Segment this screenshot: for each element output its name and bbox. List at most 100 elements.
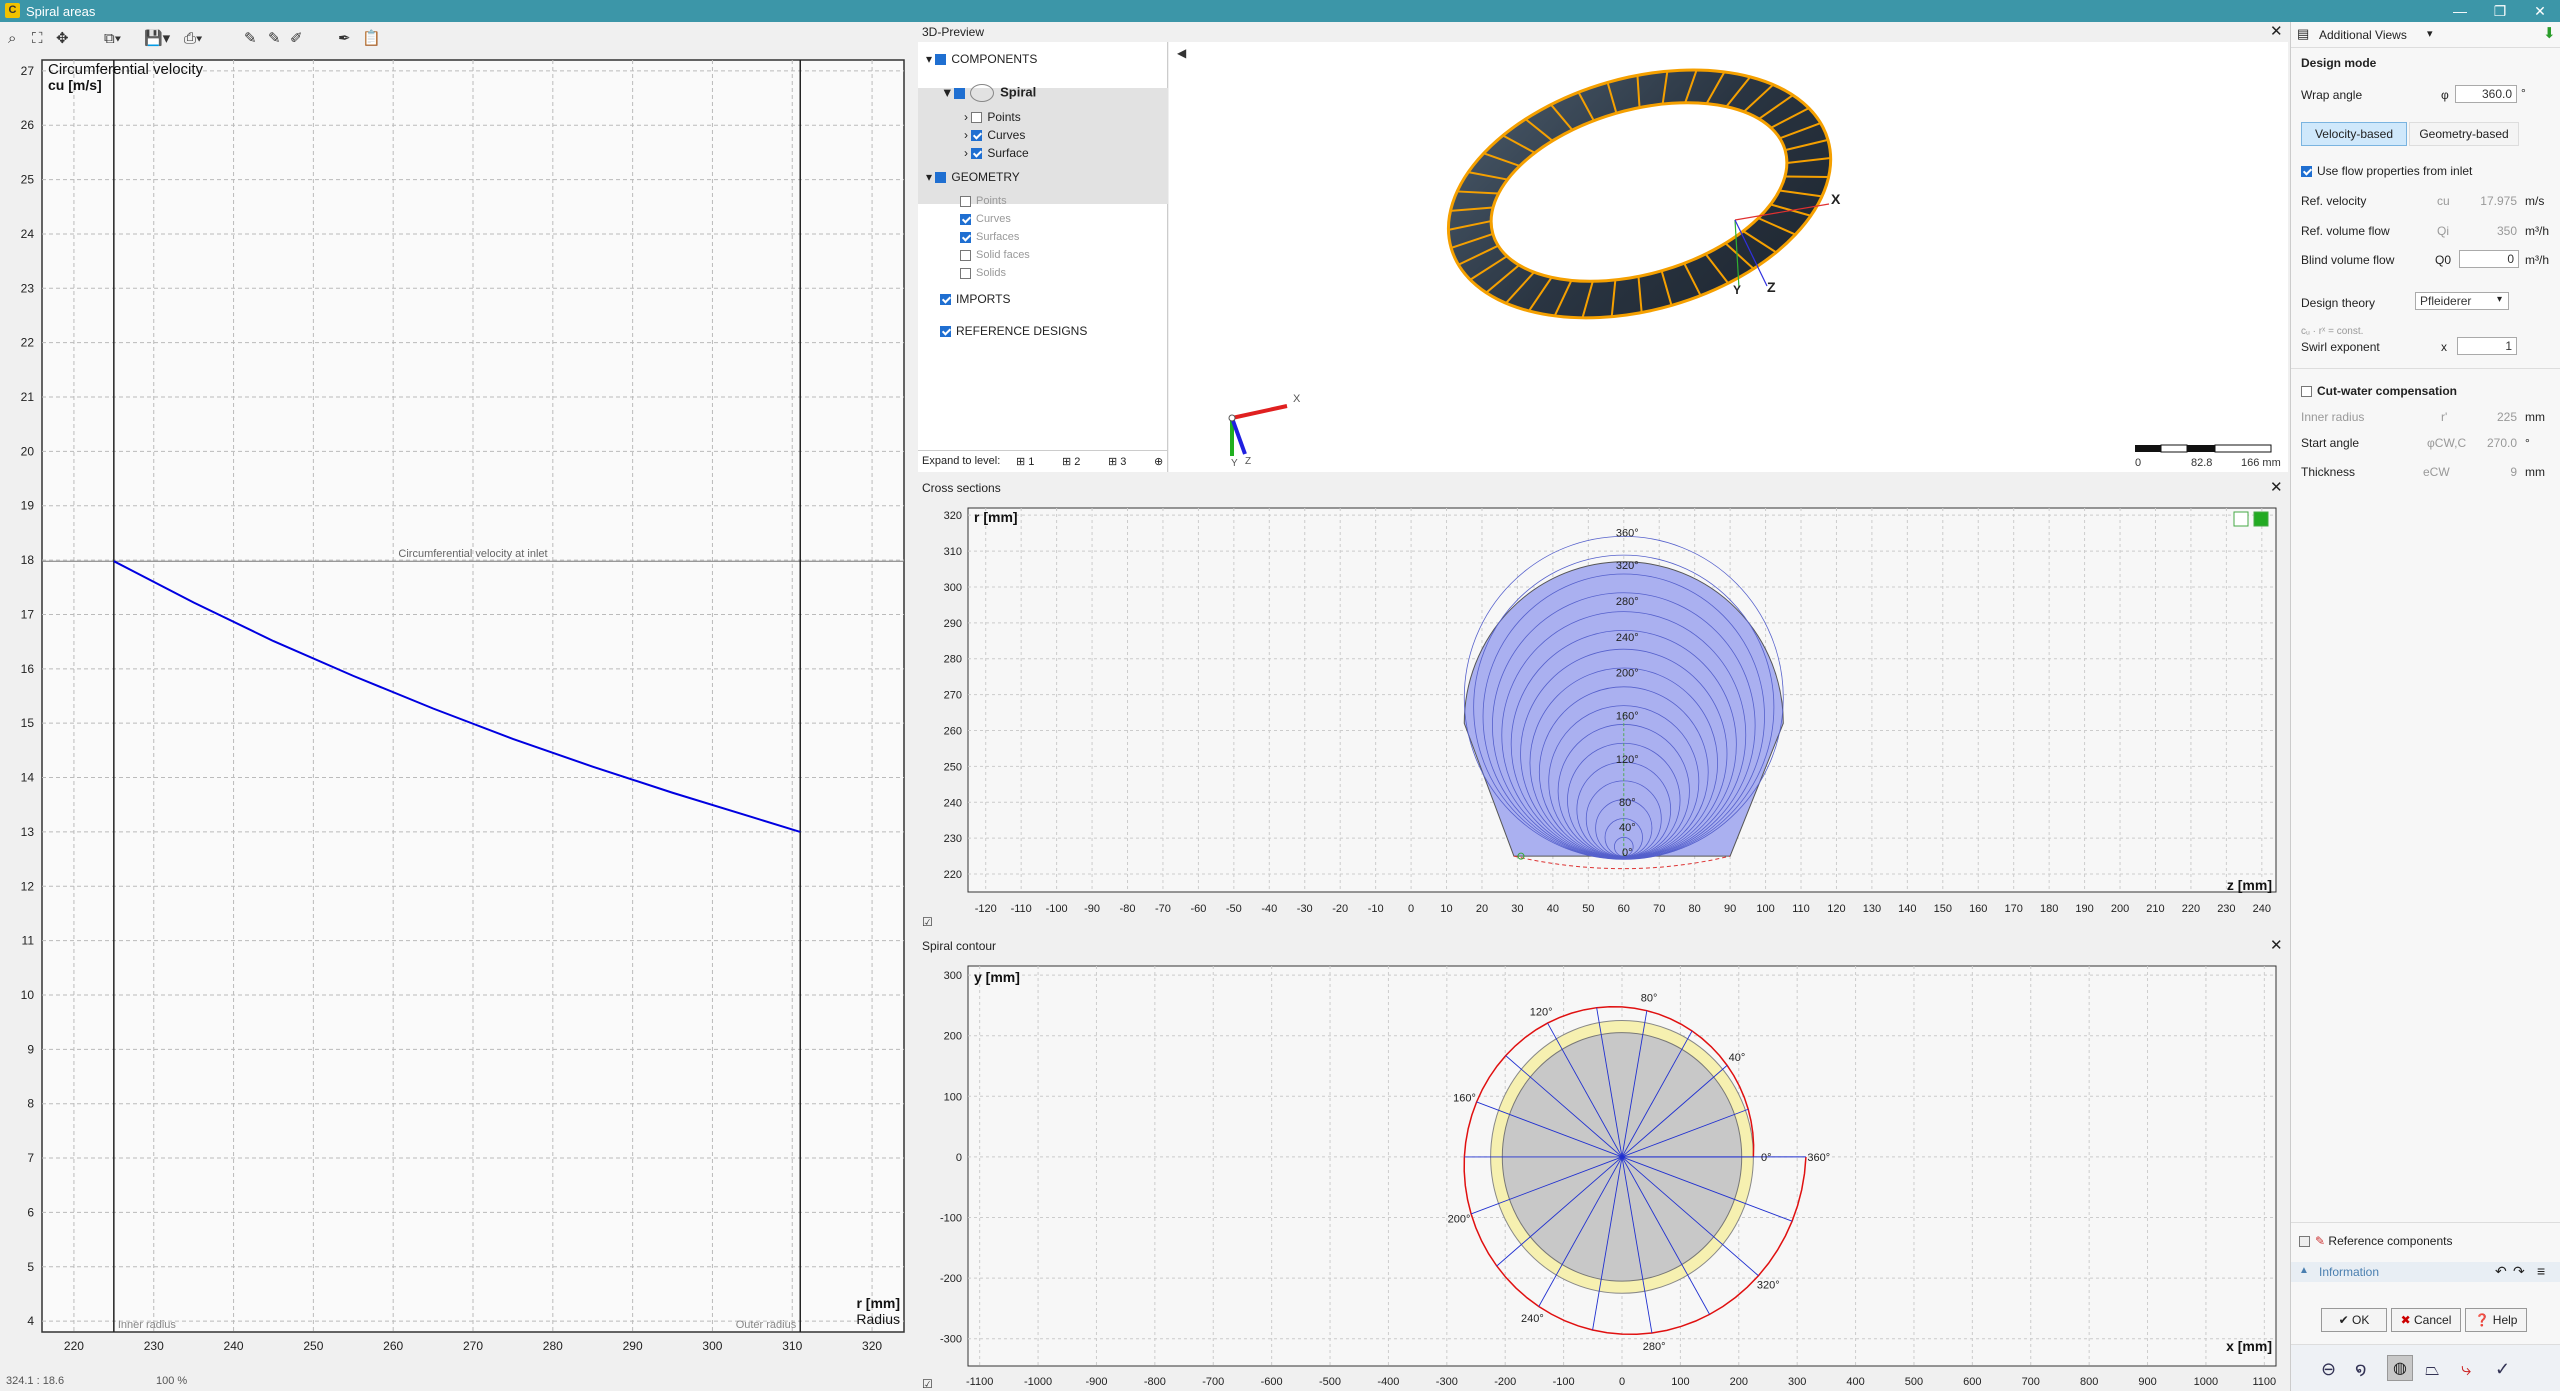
y-tick-label: 320: [944, 510, 962, 522]
swirl-exponent-input[interactable]: 1: [2457, 337, 2517, 355]
tree-geo-solid-faces[interactable]: Solid faces: [960, 249, 1030, 261]
close-preview-icon[interactable]: ✕: [2270, 22, 2283, 40]
swirl-exponent-symbol: x: [2441, 340, 2447, 354]
x-tick-label: 200: [1730, 1376, 1748, 1388]
expand-level-3[interactable]: ⊞ 3: [1108, 455, 1126, 468]
check-icon[interactable]: ✓: [2495, 1359, 2510, 1380]
tree-geo-surfaces[interactable]: Surfaces: [960, 231, 1019, 243]
casing-icon[interactable]: ◍: [2387, 1355, 2413, 1381]
undo-icon[interactable]: ↶: [2495, 1263, 2507, 1280]
tree-geo-solids[interactable]: Solids: [960, 267, 1006, 279]
cancel-button[interactable]: ✖ Cancel: [2391, 1308, 2461, 1332]
tree-components[interactable]: ▾ COMPONENTS: [926, 52, 1037, 66]
view-selector[interactable]: ▤ Additional Views ▾ ⬇: [2291, 22, 2560, 48]
help-button[interactable]: ❓ Help: [2465, 1308, 2527, 1332]
tree-reference-designs[interactable]: REFERENCE DESIGNS: [940, 324, 1087, 338]
x-tick-label: 40: [1547, 903, 1559, 915]
x-tick-label: 0: [1619, 1376, 1625, 1388]
ok-button[interactable]: ✔ OK: [2321, 1308, 2387, 1332]
apply-arrow-icon[interactable]: ⬇: [2543, 24, 2556, 42]
tree-curves[interactable]: › Curves: [964, 128, 1025, 142]
tree-spiral[interactable]: ▾ Spiral: [944, 84, 1036, 102]
velocity-chart[interactable]: 220 230 240 250 260 270 280 290 300 310 320 4 5 6 7 8 9 1…: [0, 56, 915, 1391]
velocity-based-tab[interactable]: Velocity-based: [2301, 122, 2407, 146]
tree-imports[interactable]: IMPORTS: [940, 292, 1010, 306]
copy-icon[interactable]: ⧉▾: [104, 28, 121, 50]
fit-view-icon[interactable]: ⛶: [32, 28, 43, 50]
clipboard-icon[interactable]: 📋: [362, 28, 381, 50]
chart-title: Circumferential velocity: [48, 61, 204, 78]
zoom-fit-icon[interactable]: [2233, 511, 2249, 527]
spiral-icon[interactable]: ໑: [2355, 1359, 2367, 1380]
svg-text:X: X: [1293, 393, 1301, 405]
design-theory-select[interactable]: Pfleiderer: [2415, 292, 2509, 310]
options-icon[interactable]: ☑: [922, 915, 933, 929]
impeller-icon[interactable]: ⊖: [2321, 1359, 2336, 1380]
divider: [2291, 368, 2560, 369]
menu-icon[interactable]: ≡: [2537, 1263, 2545, 1279]
x-tick-label: -300: [1436, 1376, 1458, 1388]
y-tick-label: -200: [940, 1273, 962, 1285]
use-flow-checkbox[interactable]: Use flow properties from inlet: [2301, 164, 2472, 178]
x-tick-label: -80: [1120, 903, 1136, 915]
tree-geometry[interactable]: ▾ GEOMETRY: [926, 170, 1020, 184]
edit-chart-icon[interactable]: ✎: [244, 28, 257, 50]
swirl-exponent-label: Swirl exponent: [2301, 340, 2380, 354]
zoom-level: 100 %: [156, 1375, 188, 1387]
blind-flow-input[interactable]: 0: [2459, 250, 2519, 268]
x-tick-label: 310: [782, 1339, 802, 1353]
geometry-based-tab[interactable]: Geometry-based: [2409, 122, 2519, 146]
information-bar[interactable]: ▲ Information ↶ ↷ ≡: [2291, 1262, 2560, 1282]
x-tick-label: -20: [1332, 903, 1348, 915]
edit-axis-icon[interactable]: ✎: [268, 28, 281, 50]
expand-level-2[interactable]: ⊞ 2: [1062, 455, 1080, 468]
y-tick-label: -300: [940, 1334, 962, 1346]
close-cross-sections-icon[interactable]: ✕: [2270, 478, 2283, 496]
x-tick-label: -90: [1084, 903, 1100, 915]
tree-geo-points[interactable]: Points: [960, 195, 1007, 207]
cutwater-checkbox[interactable]: Cut-water compensation: [2301, 384, 2457, 398]
y-tick-label: 13: [21, 825, 35, 839]
diffuser-icon[interactable]: ⏢: [2425, 1359, 2439, 1380]
y-tick-label: 5: [27, 1260, 34, 1274]
print-icon[interactable]: ⎙▾: [184, 28, 202, 50]
x-axis-label: r [mm]: [856, 1295, 900, 1311]
save-icon[interactable]: 💾▾: [144, 28, 170, 50]
edit-curve-icon[interactable]: ✐: [290, 28, 303, 50]
pan-icon[interactable]: ✥: [56, 28, 69, 50]
expand-level-1[interactable]: ⊞ 1: [1016, 455, 1034, 468]
wrap-angle-symbol: φ: [2441, 88, 2449, 102]
wrap-angle-input[interactable]: 360.0: [2455, 85, 2517, 103]
cross-sections-chart[interactable]: -120 -110 -100 -90 -80 -70 -60 -50 -40 -30 -20 -10 0…: [918, 498, 2288, 930]
tree-surface[interactable]: › Surface: [964, 146, 1029, 160]
y-axis-label: cu [m/s]: [48, 77, 102, 93]
thickness-unit: mm: [2525, 465, 2545, 479]
y-tick-label: 19: [21, 499, 35, 513]
tool-icon[interactable]: ✒: [338, 28, 351, 50]
angle-label: 240°: [1616, 632, 1639, 644]
x-tick-label: 150: [1934, 903, 1952, 915]
y-tick-label: 200: [944, 1031, 962, 1043]
close-spiral-contour-icon[interactable]: ✕: [2270, 936, 2283, 954]
options-icon[interactable]: ☑: [922, 1377, 933, 1391]
zoom-icon[interactable]: ⌕: [8, 28, 16, 50]
x-tick-label: 260: [383, 1339, 403, 1353]
close-window-button[interactable]: ✕: [2520, 0, 2560, 22]
maximize-button[interactable]: ❐: [2480, 0, 2520, 22]
spiral-contour-chart[interactable]: -1100 -1000 -900 -800 -700 -600 -500 -400 -300 -2…: [918, 956, 2288, 1391]
ref-flow-unit: m³/h: [2525, 224, 2549, 238]
x-tick-label: -500: [1319, 1376, 1341, 1388]
spiral-contour-titlebar: Spiral contour ✕: [918, 936, 2288, 956]
minimize-button[interactable]: —: [2440, 0, 2480, 22]
curve-icon[interactable]: ⤷: [2461, 1359, 2471, 1380]
y-tick-label: 21: [21, 390, 35, 404]
redo-icon[interactable]: ↷: [2513, 1263, 2525, 1280]
outer-radius-label: Outer radius: [736, 1319, 797, 1331]
preview-viewport[interactable]: ◀ X Y Z X Y Z 0 82.8 166 mm: [1169, 42, 2288, 472]
tree-points[interactable]: › Points: [964, 110, 1021, 124]
tree-geo-curves[interactable]: Curves: [960, 213, 1011, 225]
angle-label: 280°: [1616, 596, 1639, 608]
reference-components-row[interactable]: ✎ Reference components: [2299, 1234, 2452, 1248]
expand-all-icon[interactable]: ⊕: [1154, 455, 1163, 468]
toggle-view-icon[interactable]: [2253, 511, 2269, 527]
